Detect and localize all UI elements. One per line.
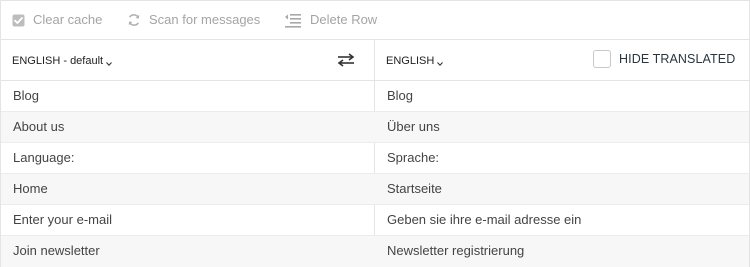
translation-text[interactable]: Blog xyxy=(387,81,413,111)
translation-text[interactable]: Geben sie ihre e-mail adresse ein xyxy=(387,205,581,235)
chevron-down-icon xyxy=(437,58,444,67)
scan-for-messages-button[interactable]: Scan for messages xyxy=(127,12,260,28)
translation-rows: Blog Blog About us Über uns Language: Sp… xyxy=(1,81,749,267)
source-text: Blog xyxy=(13,88,40,103)
toolbar: Clear cache Scan for messages Delete Row xyxy=(1,1,749,40)
delete-row-label: Delete Row xyxy=(310,12,378,27)
table-row: Home Startseite xyxy=(1,174,749,205)
translation-text[interactable]: Über uns xyxy=(387,112,440,142)
language-header: ENGLISH - default ENGLISH HIDE TRANSLATE… xyxy=(1,40,749,81)
source-text: Enter your e-mail xyxy=(13,212,112,227)
source-language-select[interactable]: ENGLISH - default xyxy=(12,55,112,67)
scan-for-messages-label: Scan for messages xyxy=(149,12,261,27)
table-row: Language: Sprache: xyxy=(1,143,749,174)
translation-panel: Clear cache Scan for messages Delete Row… xyxy=(0,0,750,267)
source-text: About us xyxy=(13,119,65,134)
hide-translated-toggle[interactable]: HIDE TRANSLATED xyxy=(593,50,735,68)
translation-text[interactable]: Sprache: xyxy=(387,143,439,173)
translation-text[interactable]: Newsletter registrierung xyxy=(387,236,524,266)
source-text: Language: xyxy=(13,150,75,165)
checkbox-checked-icon xyxy=(12,14,25,27)
refresh-icon xyxy=(127,13,141,27)
source-text: Home xyxy=(13,181,48,196)
hide-translated-checkbox[interactable] xyxy=(593,50,611,68)
clear-cache-label: Clear cache xyxy=(33,12,103,27)
chevron-down-icon xyxy=(106,58,112,67)
swap-languages-button[interactable] xyxy=(337,53,355,67)
outdent-list-icon xyxy=(284,12,302,28)
translation-text[interactable]: Startseite xyxy=(387,174,442,204)
table-row: Enter your e-mail Geben sie ihre e-mail … xyxy=(1,205,749,236)
delete-row-button[interactable]: Delete Row xyxy=(284,12,377,28)
source-text: Join newsletter xyxy=(13,243,100,258)
table-row: Blog Blog xyxy=(1,81,749,112)
swap-arrows-icon xyxy=(337,53,355,71)
table-row: About us Über uns xyxy=(1,112,749,143)
source-language-label: ENGLISH - default xyxy=(12,55,104,67)
table-row: Join newsletter Newsletter registrierung xyxy=(1,236,749,267)
target-language-label: ENGLISH xyxy=(386,55,435,67)
hide-translated-label: HIDE TRANSLATED xyxy=(619,52,736,66)
target-language-select[interactable]: ENGLISH xyxy=(386,55,444,67)
clear-cache-button[interactable]: Clear cache xyxy=(12,12,102,28)
